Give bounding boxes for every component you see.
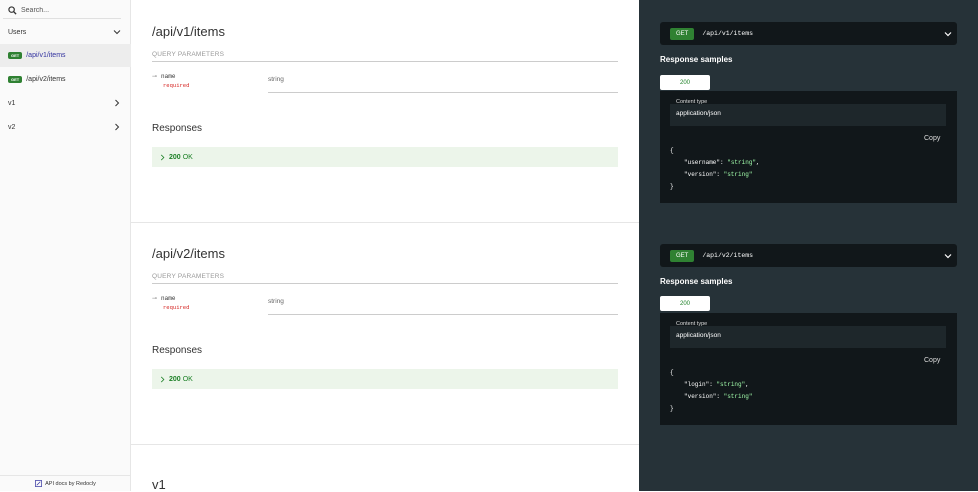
param-name-text: name [161,73,176,80]
param-required: required [163,82,190,89]
json-line: "username": "string", [684,159,760,166]
copy-button[interactable]: Copy [924,135,940,142]
responses-title: Responses [152,345,203,356]
json-brace: { [670,147,674,154]
param-type: string [268,298,618,315]
json-key: "version" [684,393,717,400]
section-title: v1 [152,477,166,492]
tab-200[interactable]: 200 [660,75,710,90]
response-200-row[interactable]: 200 OK [152,147,618,167]
json-value: "string" [716,381,746,388]
search-box[interactable] [3,2,121,19]
json-value: "string" [727,159,757,166]
method-badge: GET [670,27,695,40]
sidebar-item-users[interactable]: Users [0,21,131,44]
json-brace: } [670,183,674,190]
search-icon [8,5,17,15]
endpoint-toggle[interactable]: GET /api/v2/items [660,244,957,267]
sidebar-item-v2[interactable]: v2 [0,116,131,139]
content-type-label: Content type [676,321,708,327]
response-200-row[interactable]: 200 OK [152,369,618,389]
sidebar-item-label: /api/v2/items [26,76,66,83]
json-brace: } [670,405,674,412]
sidebar: Users GET /api/v1/items GET /api/v2/item… [0,0,131,491]
json-value: "string" [723,171,753,178]
response-text: OK [182,375,193,383]
param-arrow-icon: ⊸ [152,73,158,80]
json-brace: { [670,369,674,376]
chevron-right-icon [115,123,120,131]
operation-title: /api/v2/items [152,246,225,261]
method-badge: GET [670,249,695,262]
param-required: required [163,304,190,311]
chevron-down-icon [113,30,121,35]
json-value: "string" [723,393,753,400]
json-sample: { "login": "string", "version": "string"… [670,367,752,415]
response-samples-title: Response samples [660,277,733,286]
param-type: string [268,76,618,93]
content-type-value: application/json [676,110,721,117]
redocly-link[interactable]: API docs by Redocly [0,475,131,491]
operation-title: /api/v1/items [152,24,225,39]
redocly-label: API docs by Redocly [45,480,96,487]
content-type-label: Content type [676,99,708,105]
json-key: "login" [684,381,710,388]
endpoint-path: /api/v1/items [702,30,754,37]
section-divider [131,444,639,445]
chevron-right-icon [160,376,165,382]
redocly-logo-icon [35,480,43,487]
chevron-right-icon [160,154,165,160]
sidebar-item-label: Users [8,29,27,36]
responses-title: Responses [152,123,203,134]
json-line: "version": "string" [684,171,753,178]
param-name: ⊸ name [152,295,175,302]
copy-button[interactable]: Copy [924,357,940,364]
chevron-down-icon [944,32,952,37]
json-key: "username" [684,159,721,166]
sidebar-item-api-v1-items[interactable]: GET /api/v1/items [0,44,131,67]
query-parameters-label: QUERY PARAMETERS [152,51,618,62]
tab-200[interactable]: 200 [660,296,710,311]
json-line: "login": "string", [684,381,749,388]
chevron-right-icon [115,99,120,107]
search-input[interactable] [17,6,111,14]
endpoint-toggle[interactable]: GET /api/v1/items [660,22,957,45]
get-badge: GET [8,76,23,83]
json-key: "version" [684,171,717,178]
sidebar-item-api-v2-items[interactable]: GET /api/v2/items [0,68,131,91]
param-name: ⊸ name [152,73,175,80]
section-divider [131,222,639,223]
chevron-down-icon [944,254,952,259]
endpoint-path: /api/v2/items [702,252,754,259]
sidebar-item-label: v2 [8,124,16,131]
param-name-text: name [161,295,176,302]
json-sample: { "username": "string", "version": "stri… [670,145,760,193]
sidebar-item-v1[interactable]: v1 [0,92,131,115]
sidebar-item-label: v1 [8,100,16,107]
param-arrow-icon: ⊸ [152,295,158,302]
response-samples-title: Response samples [660,55,733,64]
query-parameters-label: QUERY PARAMETERS [152,273,618,284]
json-line: "version": "string" [684,393,753,400]
get-badge: GET [8,52,23,59]
content-type-value: application/json [676,332,721,339]
response-code: 200 [169,153,181,161]
response-code: 200 [169,375,181,383]
sidebar-item-label: /api/v1/items [26,52,66,59]
response-text: OK [182,153,193,161]
